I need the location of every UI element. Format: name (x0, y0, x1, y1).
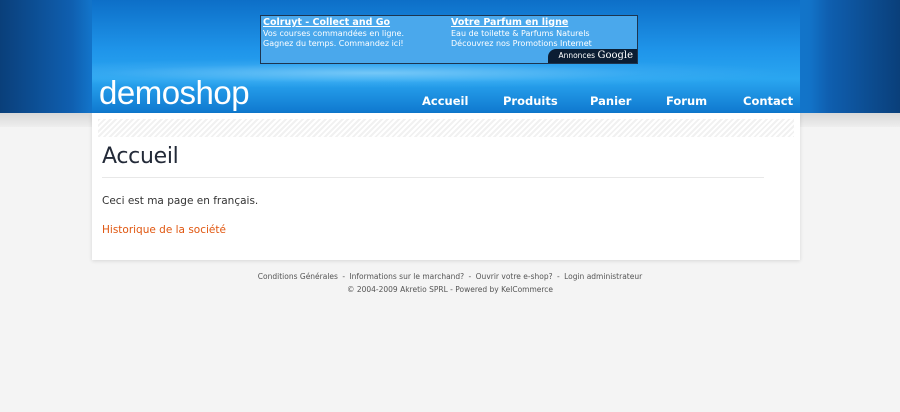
ad-line: Découvrez nos Promotions Internet (451, 39, 592, 48)
google-ad-box[interactable]: Colruyt - Collect and Go Vos courses com… (260, 15, 638, 64)
nav-item-panier[interactable]: Panier (590, 94, 631, 108)
footer-separator: - (339, 272, 348, 281)
footer-copyright: © 2004-2009 Akretio SPRL - Powered by Ke… (346, 285, 554, 294)
footer-separator: - (466, 272, 474, 281)
ads-badge-prefix: Annonces (558, 51, 596, 60)
footer-separator: - (554, 272, 563, 281)
footer-link-admin-login[interactable]: Login administrateur (564, 272, 642, 281)
title-divider (102, 177, 764, 178)
google-logo-text: Google (597, 50, 633, 61)
ad-title-colruyt[interactable]: Colruyt - Collect and Go (263, 17, 404, 29)
footer-links: Conditions Générales - Informations sur … (0, 272, 900, 281)
nav-item-accueil[interactable]: Accueil (422, 94, 468, 108)
ad-column-colruyt[interactable]: Colruyt - Collect and Go Vos courses com… (263, 17, 404, 49)
decorative-stripe (98, 119, 794, 137)
page-body-text: Ceci est ma page en français. (102, 195, 259, 207)
footer-link-merchant-info[interactable]: Informations sur le marchand? (349, 272, 464, 281)
footer-link-conditions[interactable]: Conditions Générales (258, 272, 338, 281)
nav-item-produits[interactable]: Produits (503, 94, 558, 108)
google-ads-badge[interactable]: Annonces Google (548, 49, 637, 63)
content-panel: Accueil Ceci est ma page en français. Hi… (92, 113, 800, 260)
company-history-link[interactable]: Historique de la société (102, 224, 226, 236)
nav-item-contact[interactable]: Contact (743, 94, 793, 108)
ad-column-parfum[interactable]: Votre Parfum en ligne Eau de toilette & … (451, 17, 592, 49)
ad-line: Eau de toilette & Parfums Naturels (451, 29, 590, 38)
ad-title-parfum[interactable]: Votre Parfum en ligne (451, 17, 592, 29)
ad-line: Gagnez du temps. Commandez ici! (263, 39, 404, 48)
page-title: Accueil (102, 144, 179, 169)
ad-line: Vos courses commandées en ligne. (263, 29, 404, 38)
site-logo[interactable]: demoshop (99, 74, 250, 112)
nav-item-forum[interactable]: Forum (666, 94, 707, 108)
footer-link-open-eshop[interactable]: Ouvrir votre e-shop? (476, 272, 553, 281)
